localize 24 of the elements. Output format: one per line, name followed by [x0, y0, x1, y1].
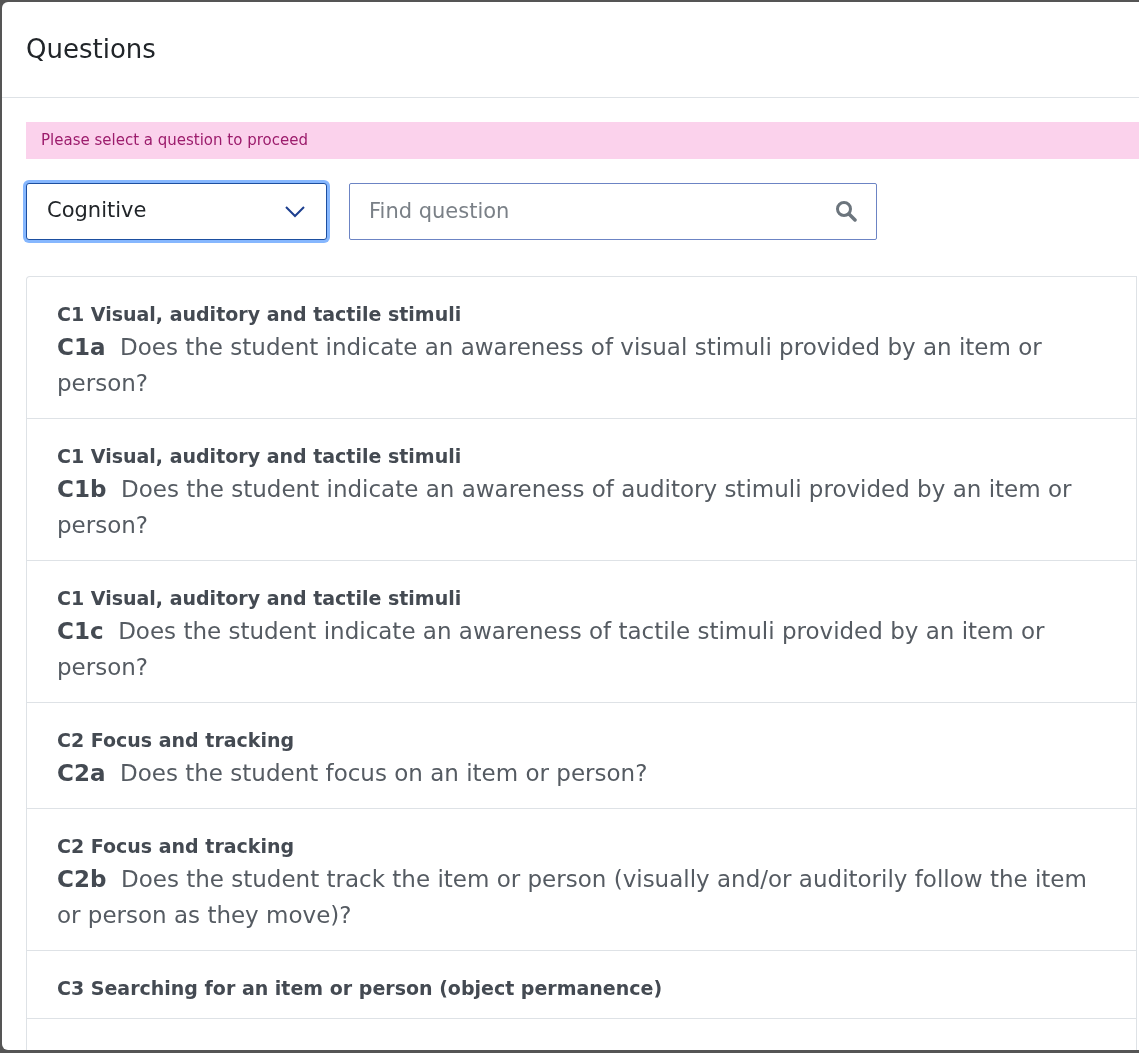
question-group-heading: C3 Searching for an item or person (object permanence): [57, 975, 664, 1001]
category-select[interactable]: Cognitive: [26, 182, 327, 240]
question-group-heading: C1 Visual, auditory and tactile stimuli: [57, 443, 463, 469]
alert-message: Please select a question to proceed: [26, 122, 1139, 159]
question-item[interactable]: C2 Focus and tracking C2b Does the student track the item or person (visually and/or auditorily follow the item or person as they move)?: [27, 808, 1136, 951]
question-item[interactable]: C1 Visual, auditory and tactile stimuli C1b Does the student indicate an awareness of auditory stimuli provided by an item or person?: [27, 418, 1136, 561]
question-text: C1b Does the student indicate an awareness of auditory stimuli provided by an item or person?: [57, 474, 1073, 540]
question-item[interactable]: C2 Focus and tracking C2a Does the student focus on an item or person?: [27, 702, 1136, 809]
question-group-heading: C2 Focus and tracking: [57, 833, 296, 859]
question-text: C2b Does the student track the item or person (visually and/or auditorily follow the item or person as they move)?: [57, 864, 1088, 930]
question-text: C1c Does the student indicate an awareness of tactile stimuli provided by an item or person?: [57, 616, 1046, 682]
search-field[interactable]: Find question: [349, 182, 877, 240]
question-group-heading: C1 Visual, auditory and tactile stimuli: [57, 301, 463, 327]
chevron-down-icon: [284, 204, 306, 218]
question-group-heading: C1 Visual, auditory and tactile stimuli: [57, 585, 463, 611]
question-item[interactable]: C1 Visual, auditory and tactile stimuli C1c Does the student indicate an awareness of tactile stimuli provided by an item or person?: [27, 560, 1136, 703]
question-item[interactable]: C3 Searching for an item or person (object permanence): [27, 950, 1136, 1019]
question-group-heading: C2 Focus and tracking: [57, 727, 296, 753]
select-value: Cognitive: [47, 197, 147, 225]
question-item[interactable]: C1 Visual, auditory and tactile stimuli C1a Does the student indicate an awareness of visual stimuli provided by an item or person?: [27, 276, 1136, 419]
dialog-title: Questions: [26, 33, 156, 66]
question-text: C2a Does the student focus on an item or person?: [57, 758, 649, 788]
search-icon[interactable]: [835, 199, 857, 222]
question-text: C1a Does the student indicate an awareness of visual stimuli provided by an item or person?: [57, 332, 1043, 398]
